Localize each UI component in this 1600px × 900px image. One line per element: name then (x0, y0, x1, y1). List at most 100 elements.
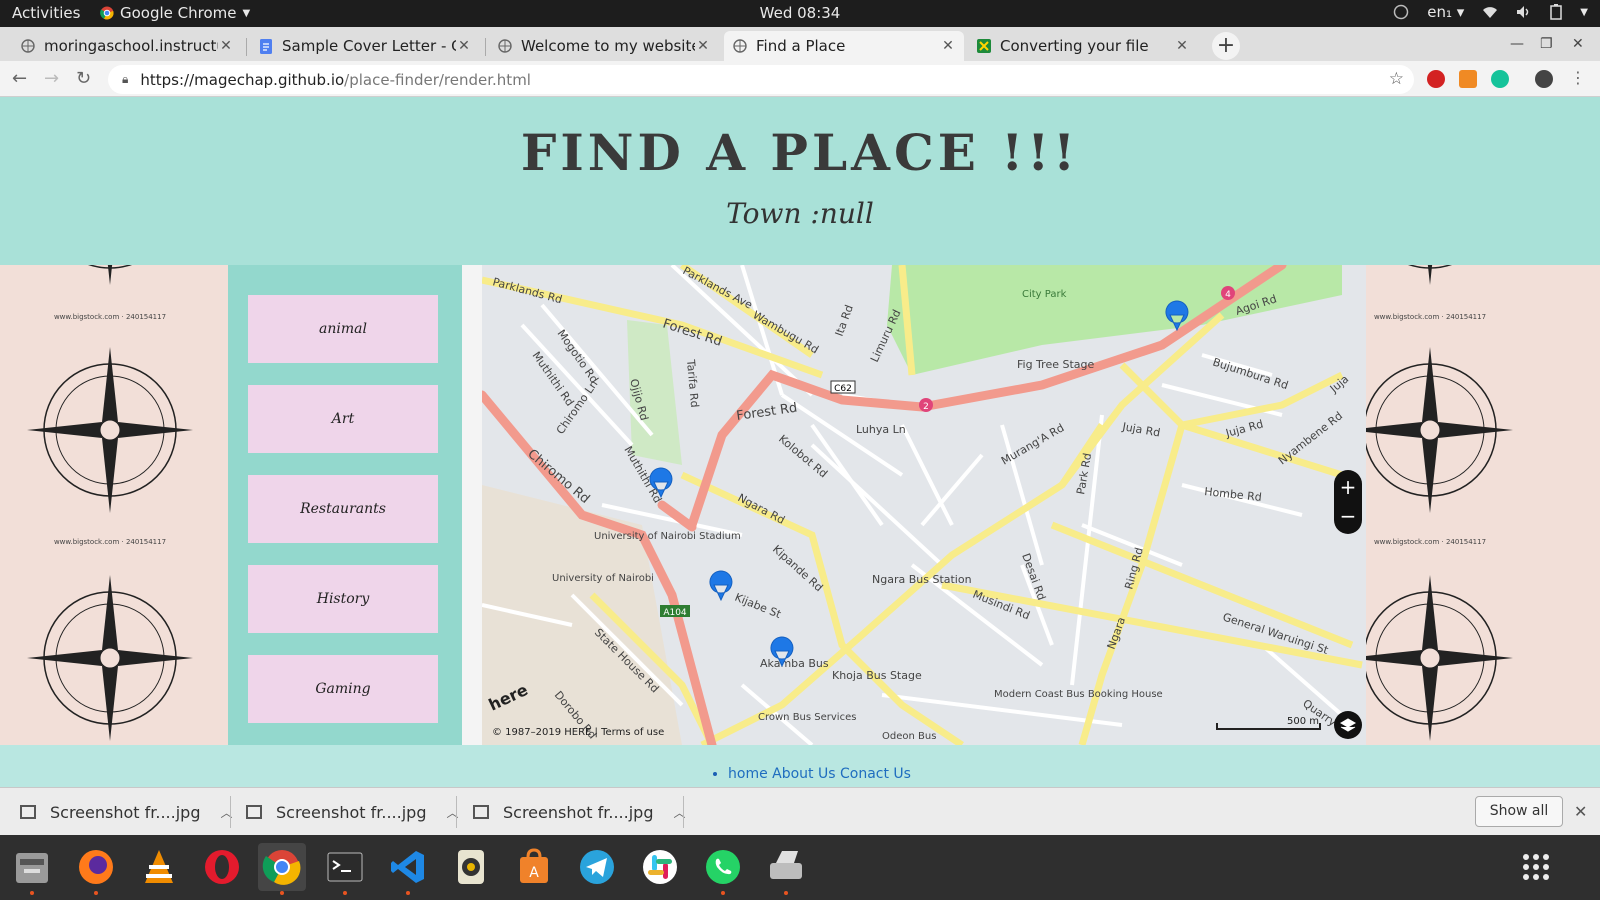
tab-strip: moringaschool.instructur ✕ Sample Cover … (0, 27, 1600, 61)
category-button-gaming[interactable]: Gaming (248, 655, 438, 723)
wifi-icon[interactable] (1482, 5, 1498, 19)
close-icon[interactable]: ✕ (940, 38, 956, 54)
close-icon[interactable]: ✕ (695, 38, 711, 54)
chrome-icon[interactable] (258, 843, 306, 895)
close-icon[interactable]: ✕ (218, 38, 234, 54)
image-file-icon (473, 805, 489, 819)
road-label: Nyambene Rd (1276, 409, 1345, 467)
category-button-animal[interactable]: animal (248, 295, 438, 363)
road-label: Odeon Bus (882, 731, 936, 742)
footer-link-home[interactable]: home (728, 766, 768, 782)
firefox-icon[interactable] (72, 843, 120, 895)
opera-icon[interactable] (198, 843, 246, 891)
globe-icon (497, 38, 513, 54)
category-button-history[interactable]: History (248, 565, 438, 633)
language-indicator[interactable]: en₁ ▾ (1427, 3, 1464, 21)
volume-icon[interactable] (1516, 5, 1532, 19)
globe-icon (20, 38, 36, 54)
road-label: Kijabe St (733, 591, 784, 622)
road-label: Mogotio Rd (555, 327, 601, 385)
tab-label: moringaschool.instructur (44, 37, 218, 55)
lock-icon[interactable]: 🔒︎ (122, 72, 128, 87)
clock[interactable]: Wed 08:34 (0, 4, 1600, 22)
road-label: Juja Rd (1120, 420, 1161, 440)
place-marker[interactable] (709, 570, 733, 602)
vscode-icon[interactable] (384, 843, 432, 895)
town-subtitle: Town :null (726, 197, 874, 230)
restore-icon[interactable]: ❐ (1540, 36, 1553, 52)
vlc-icon[interactable] (135, 843, 183, 891)
scanner-icon[interactable] (762, 843, 810, 895)
download-divider (683, 796, 684, 828)
download-divider (230, 796, 231, 828)
category-sidebar: animal Art Restaurants History Gaming (228, 265, 462, 745)
road-label: Juja Rd (1223, 417, 1264, 440)
close-icon[interactable]: ✕ (456, 38, 472, 54)
download-filename: Screenshot fr....jpg (503, 802, 654, 822)
bookmark-star-icon[interactable]: ☆ (1389, 69, 1404, 89)
docs-icon (258, 38, 274, 54)
window-close-icon[interactable]: ✕ (1572, 36, 1584, 52)
route-shield-2: 2 (923, 402, 929, 412)
road-label: Chiromo Rd (524, 447, 592, 507)
adblock-extension-icon[interactable] (1427, 70, 1445, 88)
download-item[interactable]: Screenshot fr....jpg ︿ (246, 796, 459, 828)
tab-converting[interactable]: Converting your file ✕ (968, 31, 1198, 61)
tab-label: Converting your file (1000, 37, 1149, 55)
back-icon[interactable]: ← (12, 68, 27, 89)
battery-icon[interactable] (1550, 4, 1563, 20)
telegram-icon[interactable] (573, 843, 621, 891)
software-center-icon[interactable]: A (510, 843, 558, 891)
road-label: Parklands Rd (491, 275, 563, 306)
app-grid-icon[interactable] (1512, 843, 1560, 891)
map-copyright[interactable]: © 1987–2019 HERE | Terms of use (492, 727, 664, 738)
map-view[interactable]: Parklands Rd Parklands Ave Wambugu Rd It… (482, 265, 1366, 745)
terminal-icon[interactable] (321, 843, 369, 895)
system-tray[interactable]: en₁ ▾ ▼ (1393, 3, 1588, 21)
extension-off-icon[interactable] (1459, 70, 1477, 88)
grammarly-extension-icon[interactable] (1491, 70, 1509, 88)
close-icon[interactable]: ✕ (1574, 802, 1587, 821)
road-label: Ngara (1105, 615, 1129, 651)
tab-sample-cover-letter[interactable]: Sample Cover Letter - Goo ✕ (250, 31, 480, 61)
tab-find-a-place[interactable]: Find a Place ✕ (724, 31, 964, 61)
browser-menu-icon[interactable]: ⋮ (1570, 68, 1586, 87)
poi-label: University of Nairobi (552, 573, 654, 584)
watermark-text: www.bigstock.com · 240154117 (1374, 313, 1486, 321)
road-label: Hombe Rd (1204, 485, 1263, 504)
zoom-in-button[interactable]: + (1340, 475, 1357, 499)
download-item[interactable]: Screenshot fr....jpg ︿ (20, 796, 233, 828)
close-icon[interactable]: ✕ (1174, 38, 1190, 54)
footer-link-about[interactable]: About Us (772, 766, 835, 782)
compass-rose-icon (27, 347, 193, 513)
profile-avatar[interactable] (1535, 70, 1553, 88)
road-label: Desai Rd (1019, 552, 1048, 602)
download-filename: Screenshot fr....jpg (276, 802, 427, 822)
reload-icon[interactable]: ↻ (76, 68, 91, 89)
tab-welcome[interactable]: Welcome to my website ✕ (489, 31, 719, 61)
show-all-button[interactable]: Show all (1475, 796, 1563, 827)
road-label: Luhya Ln (856, 423, 906, 436)
address-bar[interactable]: 🔒︎ https://magechap.github.io/place-find… (108, 65, 1414, 94)
footer-link-contact[interactable]: Conact Us (840, 766, 911, 782)
footer-nav: home About Us Conact Us (728, 766, 911, 782)
forward-icon[interactable]: → (44, 68, 59, 89)
minimize-icon[interactable]: — (1510, 36, 1524, 52)
route-shield-4: 4 (1225, 290, 1231, 300)
rhythmbox-icon[interactable] (447, 843, 495, 891)
url-host: https://magechap.github.io (140, 70, 345, 89)
slack-icon[interactable] (636, 843, 684, 891)
category-button-restaurants[interactable]: Restaurants (248, 475, 438, 543)
system-menu-chevron-icon[interactable]: ▼ (1580, 7, 1588, 18)
whatsapp-icon[interactable] (699, 843, 747, 895)
zoom-out-button[interactable]: − (1340, 504, 1357, 528)
sidebar-scrollbar[interactable] (462, 265, 482, 745)
files-icon[interactable] (8, 843, 56, 895)
category-button-art[interactable]: Art (248, 385, 438, 453)
new-tab-button[interactable]: + (1212, 32, 1240, 60)
tab-moringaschool[interactable]: moringaschool.instructur ✕ (12, 31, 242, 61)
url-path: /place-finder/render.html (344, 70, 531, 89)
whatsapp-tray-icon[interactable] (1393, 4, 1409, 20)
download-item[interactable]: Screenshot fr....jpg ︿ (473, 796, 686, 828)
road-label: Juja (1327, 372, 1351, 395)
